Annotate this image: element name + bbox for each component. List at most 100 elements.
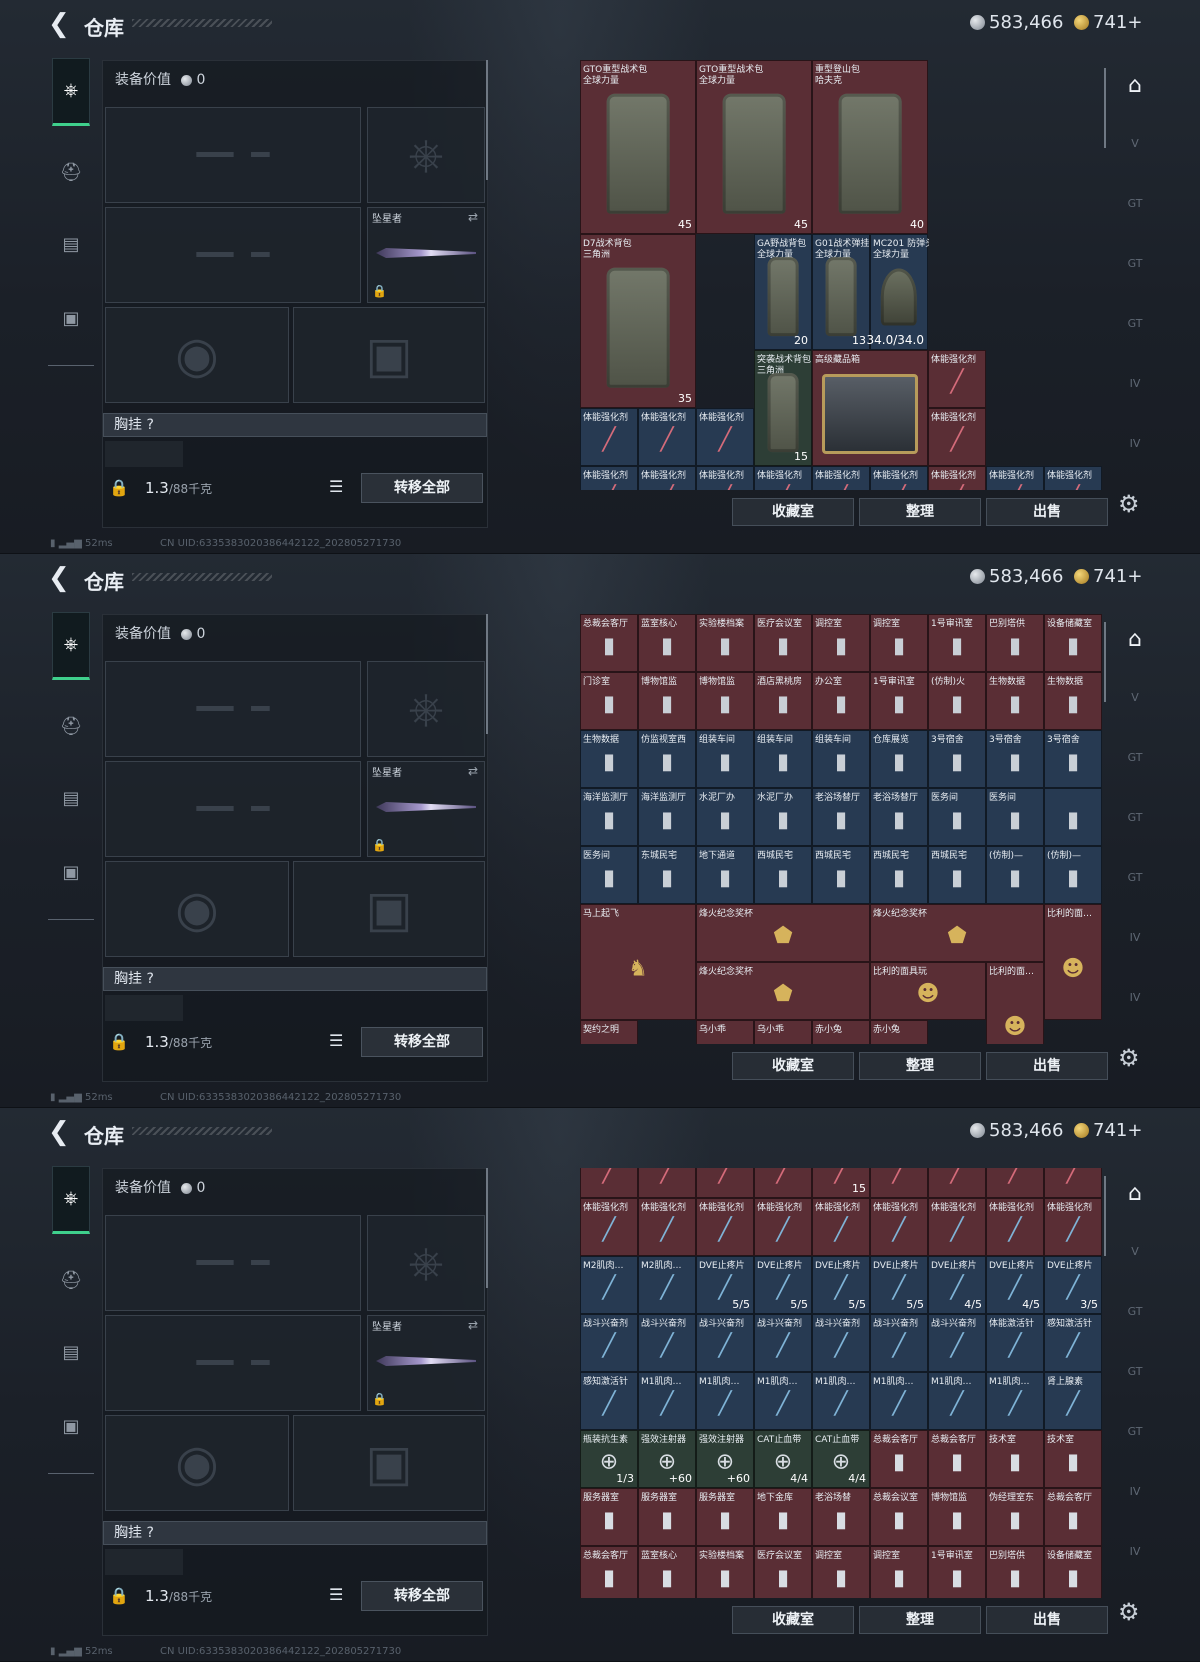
inventory-item[interactable]: 总裁会客厅 ▮ xyxy=(870,1430,928,1488)
helmet-slot[interactable]: ◉ xyxy=(105,1415,289,1511)
sell-button[interactable]: 出售 xyxy=(986,1052,1108,1080)
inventory-item[interactable]: 体能强化剂 ╱ xyxy=(580,466,638,490)
keycard-item[interactable]: 组装车间 ▮ xyxy=(696,730,754,788)
inventory-item[interactable]: M1肌肉… ╱ xyxy=(638,1372,696,1430)
equipment-scrollbar[interactable] xyxy=(486,1168,488,1288)
collectible-item[interactable]: 烽火纪念奖杯 ⬟ xyxy=(696,962,870,1020)
inventory-item[interactable]: 战斗兴奋剂 ╱ xyxy=(580,1314,638,1372)
tab-bags[interactable]: ▣ xyxy=(54,302,88,336)
storage-tab-5[interactable]: IV xyxy=(1118,920,1152,954)
help-icon[interactable]: ? xyxy=(146,1525,153,1541)
lock-icon[interactable]: 🔒 xyxy=(109,1586,129,1605)
inventory-item[interactable]: 战斗兴奋剂 ╱ xyxy=(928,1314,986,1372)
inventory-item[interactable]: 技术室 ▮ xyxy=(986,1430,1044,1488)
storage-tab-5[interactable]: IV xyxy=(1118,1474,1152,1508)
keycard-item[interactable]: 生物数据 ▮ xyxy=(1044,672,1102,730)
inventory-item[interactable]: 战斗兴奋剂 ╱ xyxy=(638,1314,696,1372)
sort-button[interactable]: 整理 xyxy=(859,498,981,526)
inventory-item[interactable]: 体能强化剂 ╱ xyxy=(638,466,696,490)
tab-bags[interactable]: ▣ xyxy=(54,1410,88,1444)
inventory-item[interactable]: 体能强化剂 ╱ xyxy=(928,466,986,490)
keycard-item[interactable]: 医务间 ▮ xyxy=(928,788,986,846)
inventory-item[interactable]: 体能激活针 ╱ xyxy=(986,1314,1044,1372)
inventory-item[interactable]: 突袭战术背包 三角洲 15 xyxy=(754,350,812,466)
pistol-slot[interactable]: ⎈ xyxy=(367,661,485,757)
melee-slot[interactable]: 坠星者 ⇄ 🔒 xyxy=(367,1315,485,1411)
keycard-item[interactable]: 调控室 ▮ xyxy=(812,614,870,672)
inventory-item[interactable]: M1肌肉… ╱ xyxy=(754,1372,812,1430)
inventory-item[interactable]: 服务器室 ▮ xyxy=(696,1488,754,1546)
collectible-item[interactable]: 马上起飞 ♞ xyxy=(580,904,696,1020)
inventory-item[interactable]: ╱ xyxy=(696,1168,754,1198)
keycard-item[interactable]: 设备储藏室 ▮ xyxy=(1044,614,1102,672)
keycard-item[interactable]: 仿监视室西 ▮ xyxy=(638,730,696,788)
storage-tab-2[interactable]: GT xyxy=(1118,186,1152,220)
gear-icon[interactable]: ⚙ xyxy=(1118,490,1140,518)
inventory-item[interactable]: 体能强化剂 ╱ xyxy=(1044,1198,1102,1256)
storage-scrollbar[interactable] xyxy=(1104,622,1106,702)
inventory-item[interactable]: ╱ 15 xyxy=(812,1168,870,1198)
inventory-item[interactable]: M1肌肉… ╱ xyxy=(870,1372,928,1430)
primary-weapon-slot[interactable]: ─╶ xyxy=(105,107,361,203)
keycard-item[interactable]: 水泥厂办 ▮ xyxy=(754,788,812,846)
keycard-item[interactable]: 仓库展览 ▮ xyxy=(870,730,928,788)
inventory-item[interactable]: 战斗兴奋剂 ╱ xyxy=(870,1314,928,1372)
keycard-item[interactable]: 海洋监测厅 ▮ xyxy=(638,788,696,846)
inventory-item[interactable]: 战斗兴奋剂 ╱ xyxy=(812,1314,870,1372)
inventory-item[interactable]: 总裁会客厅 ▮ xyxy=(928,1430,986,1488)
transfer-all-button[interactable]: 转移全部 xyxy=(361,1027,483,1057)
sell-button[interactable]: 出售 xyxy=(986,1606,1108,1634)
storage-home-icon[interactable]: ⌂ xyxy=(1118,622,1152,656)
inventory-item[interactable]: 高级藏品箱 xyxy=(812,350,928,466)
inventory-item[interactable]: 技术室 ▮ xyxy=(1044,1430,1102,1488)
inventory-item[interactable]: 体能强化剂 ╱ xyxy=(1044,466,1102,490)
help-icon[interactable]: ? xyxy=(146,971,153,987)
transfer-all-button[interactable]: 转移全部 xyxy=(361,473,483,503)
keycard-item[interactable]: 总裁会客厅 ▮ xyxy=(580,614,638,672)
inventory-item[interactable]: 博物馆监 ▮ xyxy=(928,1488,986,1546)
helmet-slot[interactable]: ◉ xyxy=(105,307,289,403)
inventory-item[interactable]: G01战术弹挂 全球力量 13 xyxy=(812,234,870,350)
inventory-item[interactable]: DVE止疼片 ╱ 5/5 xyxy=(870,1256,928,1314)
keycard-item[interactable]: 组装车间 ▮ xyxy=(812,730,870,788)
storage-tab-3[interactable]: GT xyxy=(1118,800,1152,834)
inventory-item[interactable]: 强效注射器 ⊕ +60 xyxy=(696,1430,754,1488)
keycard-item[interactable]: 老浴场替厅 ▮ xyxy=(812,788,870,846)
secondary-weapon-slot[interactable]: ─╶ xyxy=(105,1315,361,1411)
keycard-item[interactable]: 西城民宅 ▮ xyxy=(870,846,928,904)
inventory-item[interactable]: 总裁会议室 ▮ xyxy=(870,1488,928,1546)
inventory-item[interactable]: 总裁会客厅 ▮ xyxy=(1044,1488,1102,1546)
tab-armor[interactable]: ⛑ xyxy=(54,1264,88,1298)
inventory-item[interactable]: M2肌肉… ╱ xyxy=(638,1256,696,1314)
keycard-item[interactable]: 生物数据 ▮ xyxy=(580,730,638,788)
swap-icon[interactable]: ⇄ xyxy=(468,764,478,778)
inventory-item[interactable]: 地下金库 ▮ xyxy=(754,1488,812,1546)
inventory-item[interactable]: 服务器室 ▮ xyxy=(638,1488,696,1546)
inventory-item[interactable]: DVE止疼片 ╱ 5/5 xyxy=(812,1256,870,1314)
storage-scrollbar[interactable] xyxy=(1104,68,1106,148)
armor-slot[interactable]: ▣ xyxy=(293,307,485,403)
storage-home-icon[interactable]: ⌂ xyxy=(1118,68,1152,102)
collection-button[interactable]: 收藏室 xyxy=(732,1052,854,1080)
list-icon[interactable]: ☰ xyxy=(329,1031,343,1050)
inventory-item[interactable]: 体能强化剂 ╱ xyxy=(754,466,812,490)
inventory-item[interactable]: DVE止疼片 ╱ 4/5 xyxy=(928,1256,986,1314)
storage-scrollbar[interactable] xyxy=(1104,1176,1106,1256)
inventory-item[interactable]: 设备储藏室 ▮ xyxy=(1044,1546,1102,1598)
inventory-item[interactable]: ╱ xyxy=(1044,1168,1102,1198)
inventory-item[interactable]: 体能强化剂 ╱ xyxy=(580,408,638,466)
primary-weapon-slot[interactable]: ─╶ xyxy=(105,1215,361,1311)
inventory-item[interactable]: DVE止疼片 ╱ 5/5 xyxy=(696,1256,754,1314)
tab-armor[interactable]: ⛑ xyxy=(54,156,88,190)
inventory-item[interactable]: GTO重型战术包 全球力量 45 xyxy=(696,60,812,234)
inventory-item[interactable]: CAT止血带 ⊕ 4/4 xyxy=(812,1430,870,1488)
tab-bags[interactable]: ▣ xyxy=(54,856,88,890)
equipment-scrollbar[interactable] xyxy=(486,614,488,734)
melee-slot[interactable]: 坠星者 ⇄ 🔒 xyxy=(367,207,485,303)
keycard-item[interactable]: 巴别塔供 ▮ xyxy=(986,614,1044,672)
tab-consumables[interactable]: ▤ xyxy=(54,228,88,262)
keycard-item[interactable]: 1号审讯室 ▮ xyxy=(870,672,928,730)
storage-tab-6[interactable]: IV xyxy=(1118,426,1152,460)
pistol-slot[interactable]: ⎈ xyxy=(367,107,485,203)
pistol-slot[interactable]: ⎈ xyxy=(367,1215,485,1311)
